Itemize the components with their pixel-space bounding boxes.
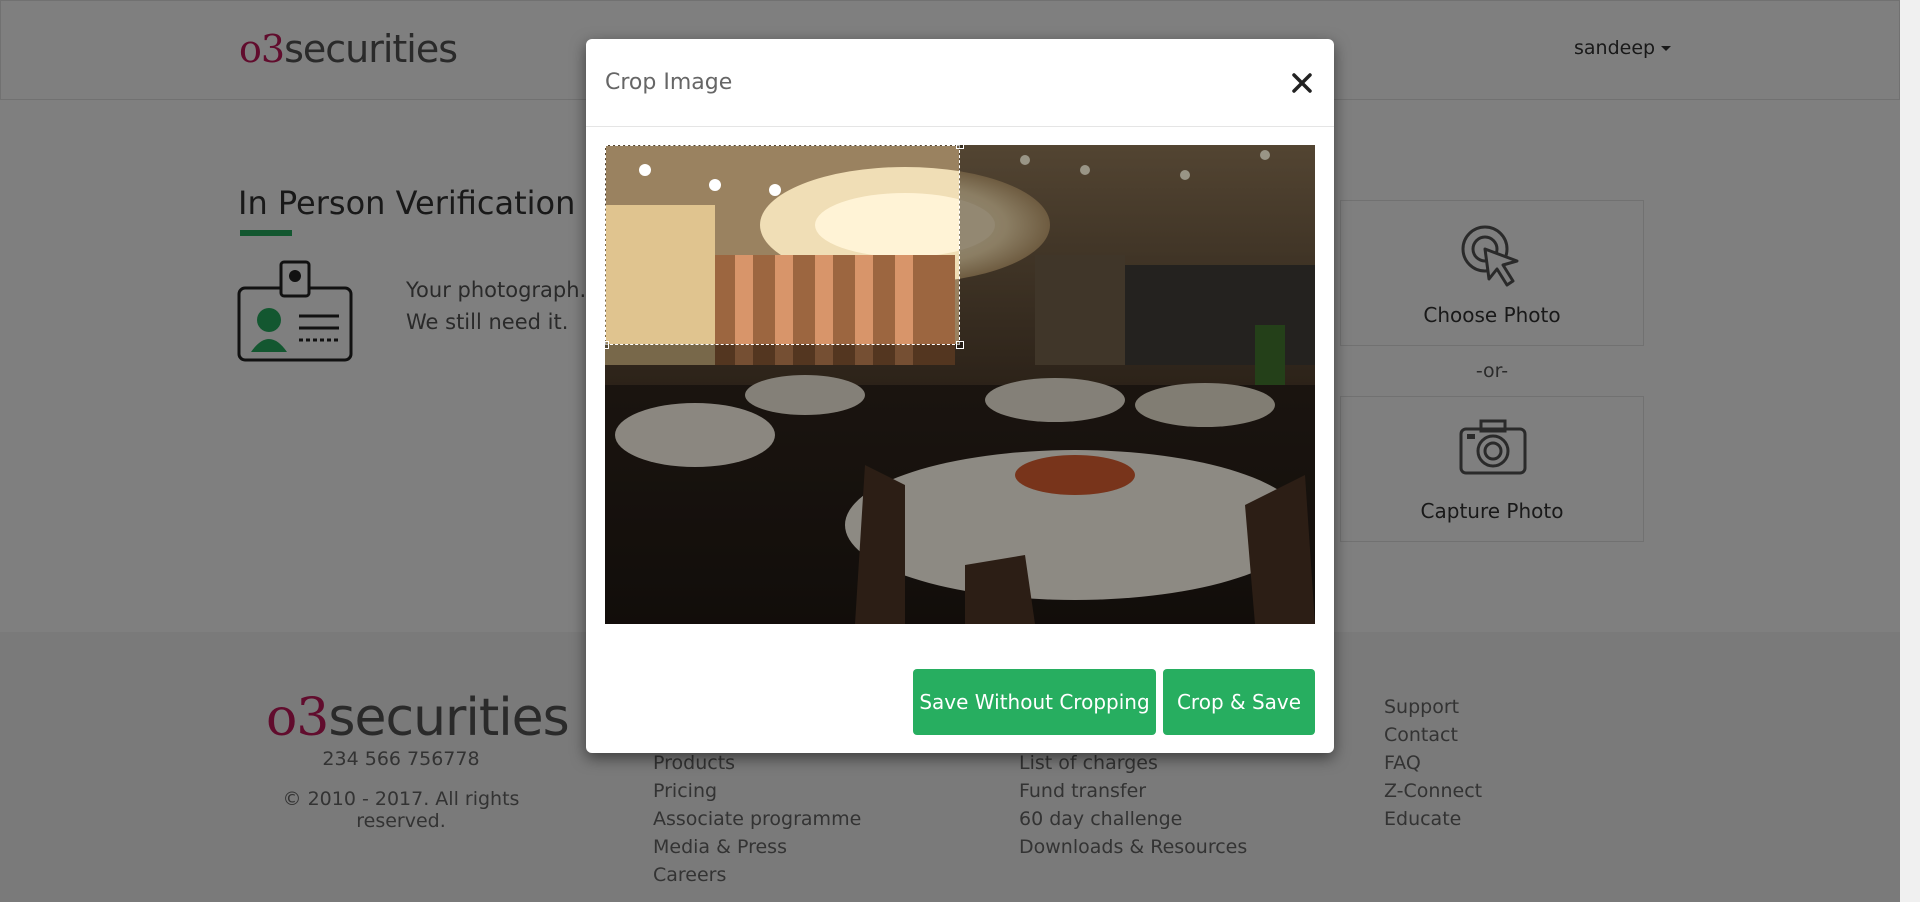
- modal-title: Crop Image: [605, 70, 733, 95]
- crop-selection-photo: [606, 146, 959, 344]
- crop-handle-bottom-left[interactable]: [605, 341, 609, 349]
- save-without-cropping-button[interactable]: Save Without Cropping: [913, 669, 1156, 735]
- page-scrollbar[interactable]: [1900, 0, 1920, 902]
- crop-and-save-button[interactable]: Crop & Save: [1163, 669, 1315, 735]
- crop-selection[interactable]: [605, 145, 960, 345]
- crop-handle-top-right[interactable]: [956, 145, 964, 149]
- close-icon[interactable]: [1286, 67, 1318, 99]
- modal-header: Crop Image: [586, 39, 1334, 127]
- crop-handle-bottom-right[interactable]: [956, 341, 964, 349]
- crop-image-modal: Crop Image Save Without Cropping Crop & …: [586, 39, 1334, 753]
- crop-canvas[interactable]: [605, 145, 1315, 624]
